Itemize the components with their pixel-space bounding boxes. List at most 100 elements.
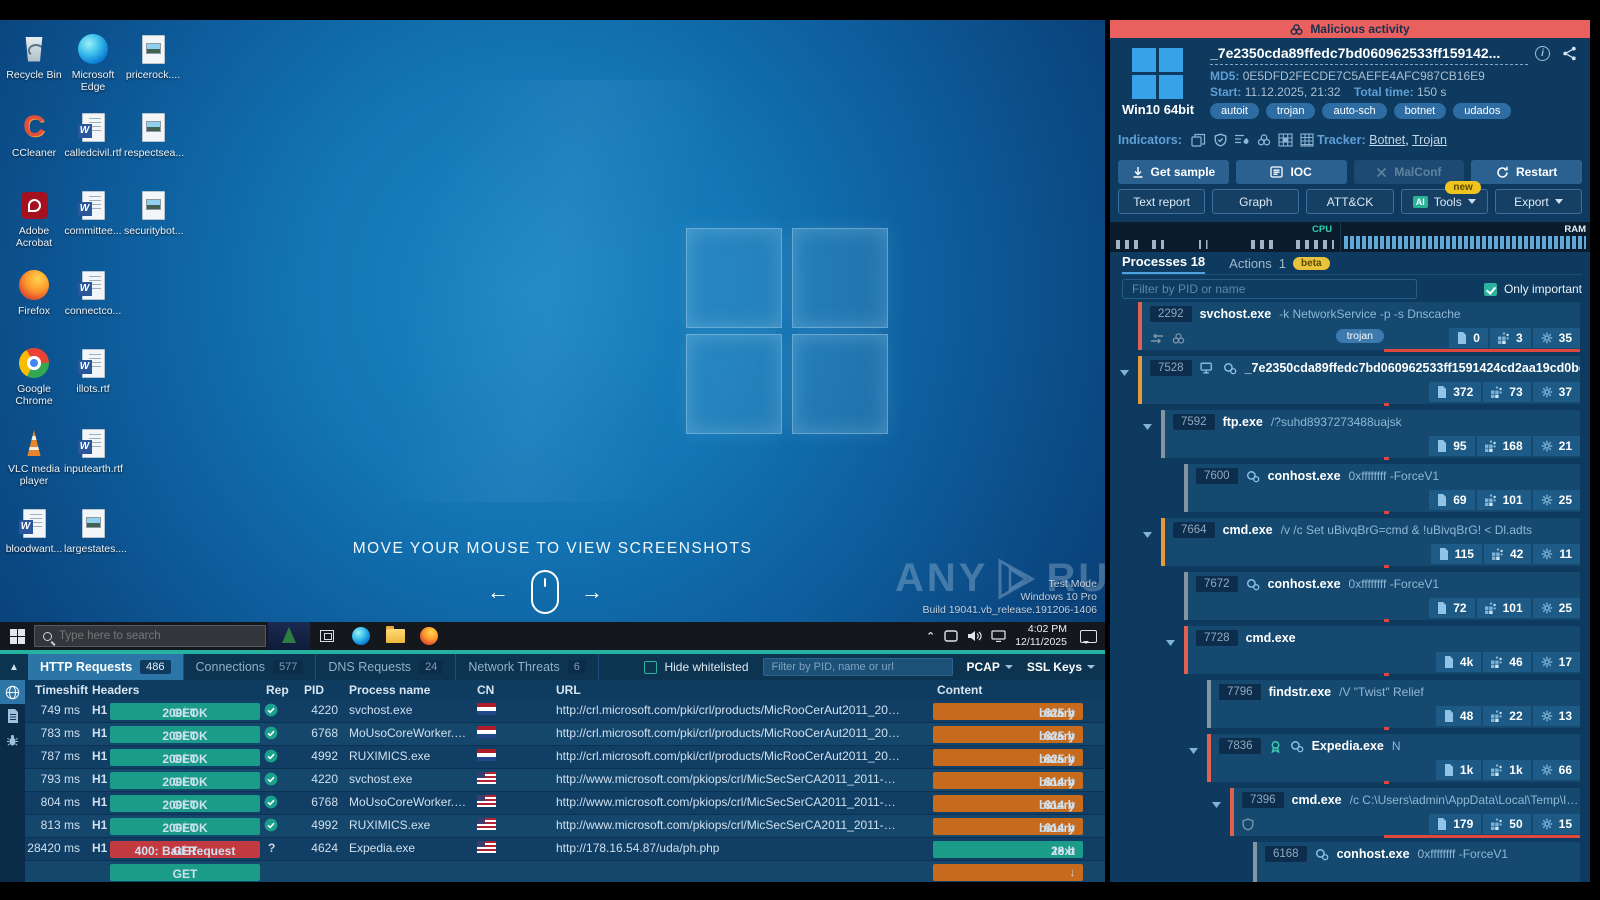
taskbar-explorer-button[interactable] — [378, 622, 412, 650]
network-tab-connections[interactable]: Connections577 — [184, 654, 317, 680]
export-button[interactable]: Export — [1495, 189, 1582, 214]
files-count[interactable]: 48 — [1436, 706, 1481, 726]
network-tab-dns-requests[interactable]: DNS Requests24 — [316, 654, 456, 680]
process-row-7836[interactable]: 7836Expedia.exeN1k1k66 — [1207, 734, 1580, 782]
notification-center-icon[interactable] — [1080, 630, 1097, 643]
files-count[interactable]: 115 — [1431, 544, 1482, 564]
modules-count[interactable]: 101 — [1477, 598, 1531, 618]
desktop-icon-recycle-bin[interactable]: Recycle Bin — [5, 32, 63, 81]
files-count[interactable]: 0 — [1449, 328, 1488, 348]
desktop-icon-pricerock-[interactable]: pricerock.... — [124, 32, 182, 81]
modules-count[interactable]: 22 — [1483, 706, 1530, 726]
tray-tablet-icon[interactable] — [944, 630, 958, 642]
indicator-pattern-icon[interactable] — [1278, 133, 1293, 147]
ioc-button[interactable]: IOC — [1236, 160, 1347, 184]
att-ck-button[interactable]: ATT&CK — [1306, 189, 1393, 214]
task-view-button[interactable] — [310, 622, 344, 650]
tag-auto-sch[interactable]: auto-sch — [1322, 103, 1386, 119]
events-count[interactable]: 21 — [1533, 436, 1580, 456]
modules-count[interactable]: 46 — [1483, 652, 1530, 672]
desktop-icon-illots-rtf[interactable]: Willots.rtf — [64, 346, 122, 395]
events-count[interactable]: 13 — [1533, 706, 1580, 726]
desktop-icon-connectco-[interactable]: Wconnectco... — [64, 268, 122, 317]
events-count[interactable]: 11 — [1533, 544, 1580, 564]
only-important-checkbox[interactable]: Only important — [1484, 282, 1582, 296]
network-tab-network-threats[interactable]: Network Threats6 — [456, 654, 599, 680]
remote-desktop-view[interactable]: Recycle BinMicrosoft Edgepricerock.... CC… — [0, 20, 1105, 622]
events-count[interactable]: 25 — [1533, 598, 1580, 618]
table-row[interactable]: 813 msH1GET|200: OK4992RUXIMICS.exehttp:… — [0, 815, 1105, 838]
table-row[interactable]: 793 msH1GET|200: OK4220svchost.exehttp:/… — [0, 769, 1105, 792]
network-icon[interactable] — [991, 630, 1006, 642]
events-count[interactable]: 17 — [1533, 652, 1580, 672]
tree-collapse-icon[interactable] — [1143, 525, 1152, 543]
taskbar-edge-button[interactable] — [344, 622, 378, 650]
modules-count[interactable]: 101 — [1477, 490, 1531, 510]
process-row-7600[interactable]: 7600conhost.exe0xffffffff -ForceV1691012… — [1184, 464, 1580, 512]
network-tab-http-requests[interactable]: HTTP Requests486 — [28, 654, 184, 680]
desktop-icon-ccleaner[interactable]: CCCleaner — [5, 110, 63, 159]
desktop-icon-microsoft-edge[interactable]: Microsoft Edge — [64, 32, 122, 93]
malconf-button[interactable]: MalConf — [1354, 160, 1465, 184]
table-row[interactable]: GET↓ — [0, 861, 1105, 882]
prev-screenshot-arrow-icon[interactable]: ← — [487, 579, 509, 605]
indicator-table-icon[interactable] — [1300, 133, 1314, 147]
search-input[interactable] — [59, 630, 229, 642]
tree-collapse-icon[interactable] — [1166, 633, 1175, 651]
tag-botnet[interactable]: botnet — [1394, 103, 1447, 119]
taskbar-search-box[interactable] — [34, 625, 266, 647]
table-row[interactable]: 804 msH1GET|200: OK6768MoUsoCoreWorker.e… — [0, 792, 1105, 815]
process-row-7672[interactable]: 7672conhost.exe0xffffffff -ForceV1721012… — [1184, 572, 1580, 620]
taskbar-widget-tile[interactable] — [268, 622, 310, 650]
table-row[interactable]: 28420 msH1GET|400: Bad Request?4624Exped… — [0, 838, 1105, 861]
modules-count[interactable]: 73 — [1483, 382, 1530, 402]
indicator-biohazard-icon[interactable] — [1257, 133, 1271, 147]
hide-whitelisted-checkbox[interactable]: Hide whitelisted — [644, 660, 748, 674]
files-count[interactable]: 4k — [1436, 652, 1481, 672]
desktop-icon-committee-[interactable]: Wcommittee... — [64, 188, 122, 237]
tag-trojan[interactable]: trojan — [1266, 103, 1316, 119]
tag-udados[interactable]: udados — [1453, 103, 1511, 119]
events-count[interactable]: 25 — [1533, 490, 1580, 510]
sample-name[interactable]: _7e2350cda89ffedc7bd060962533ff159142... — [1210, 45, 1528, 65]
files-count[interactable]: 95 — [1429, 436, 1474, 456]
taskbar-firefox-button[interactable] — [412, 622, 446, 650]
tab-actions[interactable]: Actions 1 beta — [1229, 256, 1329, 271]
desktop-icon-inputearth-rtf[interactable]: Winputearth.rtf — [64, 426, 122, 475]
desktop-icon-google-chrome[interactable]: Google Chrome — [5, 346, 63, 407]
tree-collapse-icon[interactable] — [1143, 417, 1152, 435]
restart-button[interactable]: Restart — [1471, 160, 1582, 184]
desktop-icon-calledcivil-rtf[interactable]: Wcalledcivil.rtf — [64, 110, 122, 159]
tree-collapse-icon[interactable] — [1212, 795, 1221, 813]
desktop-icon-respectsea-[interactable]: respectsea... — [124, 110, 182, 159]
process-filter-input[interactable] — [1122, 279, 1417, 299]
files-count[interactable]: 72 — [1429, 598, 1474, 618]
files-rail-icon[interactable] — [0, 704, 25, 728]
network-filter-input[interactable] — [763, 658, 953, 676]
taskbar-clock[interactable]: 4:02 PM 12/11/2025 — [1015, 623, 1067, 648]
events-count[interactable]: 66 — [1533, 760, 1580, 780]
indicator-registry-icon[interactable] — [1234, 133, 1250, 147]
tray-expand-icon[interactable]: ⌃ — [926, 630, 935, 643]
process-row-2292[interactable]: 2292svchost.exe-k NetworkService -p -s D… — [1138, 302, 1580, 350]
table-row[interactable]: 749 msH1GET|200: OK4220svchost.exehttp:/… — [0, 700, 1105, 723]
ssl-keys-dropdown[interactable]: SSL Keys — [1027, 660, 1095, 674]
start-button[interactable] — [0, 622, 34, 650]
modules-count[interactable]: 168 — [1477, 436, 1531, 456]
process-row-7728[interactable]: 7728cmd.exe4k4617 — [1184, 626, 1580, 674]
get-sample-button[interactable]: Get sample — [1118, 160, 1229, 184]
files-count[interactable]: 179 — [1429, 814, 1481, 834]
tree-collapse-icon[interactable] — [1189, 741, 1198, 759]
process-row-7796[interactable]: 7796findstr.exe/V "Twist" Relief482213 — [1207, 680, 1580, 728]
desktop-icon-vlc-media-player[interactable]: VLC media player — [5, 426, 63, 487]
pcap-dropdown[interactable]: PCAP — [967, 660, 1013, 674]
collapse-panel-icon[interactable]: ▲ — [0, 654, 28, 680]
share-icon[interactable] — [1562, 46, 1577, 66]
process-row-7528[interactable]: 7528_7e2350cda89ffedc7bd060962533ff15914… — [1138, 356, 1580, 404]
next-screenshot-arrow-icon[interactable]: → — [581, 579, 603, 605]
indicator-copy-icon[interactable] — [1191, 133, 1207, 147]
events-count[interactable]: 35 — [1533, 328, 1580, 348]
text-report-button[interactable]: Text report — [1118, 189, 1205, 214]
graph-button[interactable]: Graph — [1212, 189, 1299, 214]
files-count[interactable]: 372 — [1429, 382, 1481, 402]
